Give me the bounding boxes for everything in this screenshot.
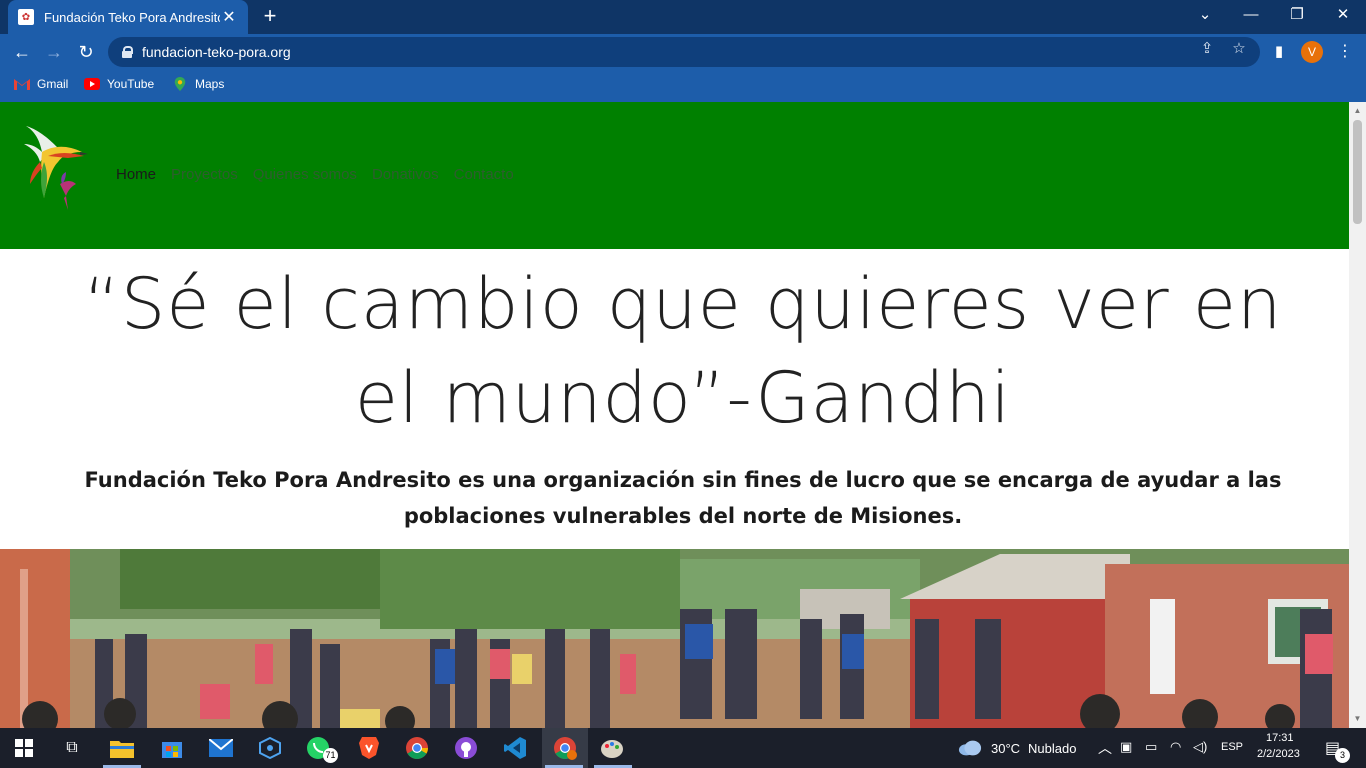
new-tab-button[interactable]: +: [258, 4, 282, 28]
wifi-icon[interactable]: ◠: [1170, 739, 1181, 755]
battery-icon[interactable]: ▭: [1145, 739, 1157, 755]
chrome-profile-window-icon[interactable]: [553, 736, 577, 760]
close-window-button[interactable]: ✕: [1320, 0, 1366, 30]
site-favicon-icon: ✿: [18, 9, 34, 25]
browser-toolbar: ← → ↻ fundacion-teko-pora.org ⇪ ☆ ▮ ⋮: [0, 34, 1366, 70]
windows-logo-icon: [15, 739, 33, 757]
task-view-icon[interactable]: ⧉: [60, 736, 84, 760]
volume-icon[interactable]: ◁): [1193, 739, 1207, 755]
site-header: Home Proyectos Quienes somos Donativos C…: [0, 102, 1349, 249]
scroll-down-arrow-icon[interactable]: ▼: [1349, 714, 1366, 723]
maps-icon: [174, 77, 186, 91]
browser-menu-icon[interactable]: ⋮: [1333, 40, 1357, 64]
back-button[interactable]: ←: [10, 40, 34, 64]
bookmark-label: Maps: [195, 77, 225, 91]
reload-button[interactable]: ↻: [74, 40, 98, 64]
tab-search-icon[interactable]: ⌄: [1182, 0, 1228, 30]
profile-avatar[interactable]: V: [1301, 41, 1323, 63]
bookmarks-bar: Gmail YouTube Maps: [0, 70, 1366, 102]
side-panel-icon[interactable]: ▮: [1267, 40, 1291, 64]
browser-tab-strip: ✿ Fundación Teko Pora Andresito ✕ + ⌄ — …: [0, 0, 1366, 34]
clock-time[interactable]: 17:31: [1266, 732, 1294, 744]
page-scrollbar[interactable]: ▲ ▼: [1349, 102, 1366, 728]
nav-home[interactable]: Home: [116, 166, 156, 183]
close-tab-icon[interactable]: ✕: [220, 7, 238, 27]
bookmark-youtube[interactable]: YouTube: [84, 77, 154, 91]
minimize-button[interactable]: —: [1228, 0, 1274, 30]
scroll-up-arrow-icon[interactable]: ▲: [1349, 106, 1366, 115]
file-explorer-icon[interactable]: [110, 736, 134, 760]
browser-tab[interactable]: ✿ Fundación Teko Pora Andresito ✕: [8, 0, 248, 34]
site-nav: Home Proyectos Quienes somos Donativos C…: [116, 166, 529, 183]
url-text[interactable]: fundacion-teko-pora.org: [142, 44, 291, 60]
hero-quote: “Sé el cambio que quieres ver en el mund…: [83, 263, 1283, 439]
weather-temperature[interactable]: 30°C: [991, 741, 1020, 756]
nav-donativos[interactable]: Donativos: [372, 166, 439, 183]
tray-chevron-up-icon[interactable]: ︿: [1098, 738, 1112, 758]
windows-taskbar: ⧉ 71 30°C Nublado ︿ ▣ ▭ ◠ ◁) ESP 17:31 2…: [0, 728, 1366, 768]
device-icon[interactable]: ▣: [1120, 739, 1132, 755]
youtube-icon: [84, 78, 100, 90]
share-icon[interactable]: ⇪: [1197, 39, 1217, 57]
clock-date[interactable]: 2/2/2023: [1257, 748, 1300, 760]
brave-browser-icon[interactable]: [357, 736, 381, 760]
paint-icon[interactable]: [600, 736, 624, 760]
lock-icon[interactable]: [122, 46, 133, 58]
bookmark-label: YouTube: [107, 77, 155, 91]
notification-count-badge: 3: [1335, 748, 1350, 763]
scrollbar-thumb[interactable]: [1353, 120, 1362, 224]
start-button[interactable]: [12, 736, 36, 760]
hummingbird-logo[interactable]: [18, 122, 88, 214]
app-cube-icon[interactable]: [258, 736, 282, 760]
nav-contacto[interactable]: Contacto: [454, 166, 514, 183]
chrome-icon[interactable]: [405, 736, 429, 760]
weather-description[interactable]: Nublado: [1028, 741, 1076, 756]
microsoft-store-icon[interactable]: [160, 736, 184, 760]
mail-icon[interactable]: [209, 736, 233, 760]
restore-button[interactable]: ❐: [1274, 0, 1320, 30]
nav-quienes-somos[interactable]: Quienes somos: [253, 166, 357, 183]
bookmark-label: Gmail: [37, 77, 69, 91]
vscode-icon[interactable]: [503, 736, 527, 760]
community-photo: [0, 549, 1349, 728]
whatsapp-unread-badge: 71: [323, 748, 338, 763]
bookmark-gmail[interactable]: Gmail: [14, 77, 68, 91]
weather-cloud-icon[interactable]: [958, 736, 982, 760]
nav-proyectos[interactable]: Proyectos: [171, 166, 238, 183]
address-bar[interactable]: fundacion-teko-pora.org: [108, 37, 1260, 67]
github-icon[interactable]: [454, 736, 478, 760]
gmail-icon: [14, 79, 30, 90]
input-language[interactable]: ESP: [1221, 741, 1243, 753]
bookmark-star-icon[interactable]: ☆: [1229, 39, 1249, 57]
forward-button[interactable]: →: [42, 40, 66, 64]
bookmark-maps[interactable]: Maps: [172, 77, 224, 91]
tab-title: Fundación Teko Pora Andresito: [44, 9, 220, 25]
page-viewport: Home Proyectos Quienes somos Donativos C…: [0, 102, 1349, 728]
mission-statement: Fundación Teko Pora Andresito es una org…: [84, 468, 1282, 528]
